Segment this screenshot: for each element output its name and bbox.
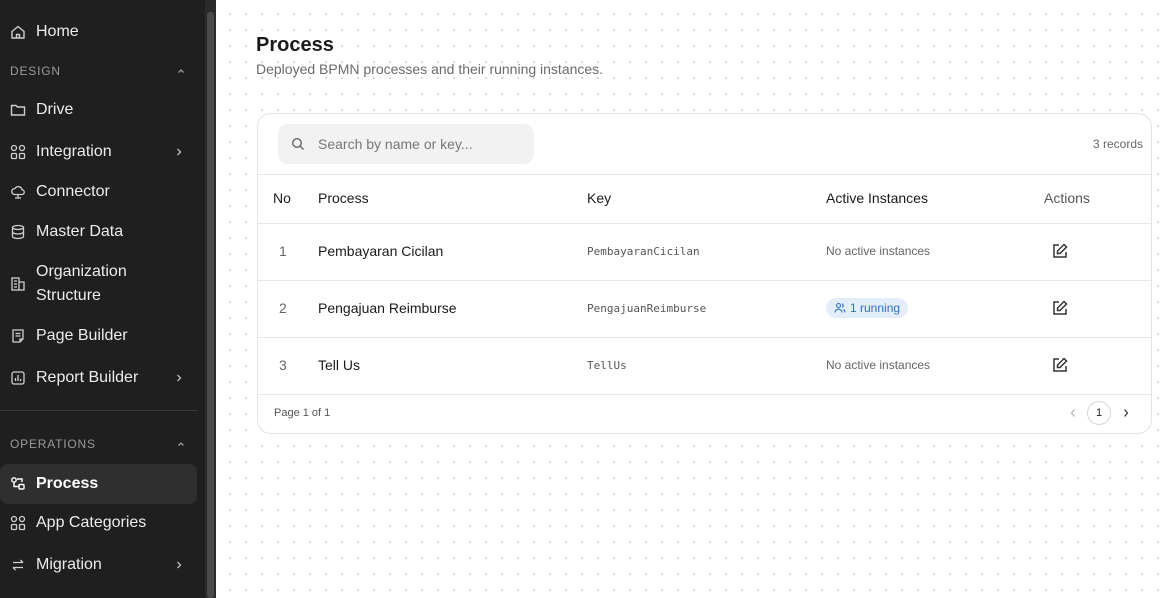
grid-icon (10, 144, 26, 160)
page-subtitle: Deployed BPMN processes and their runnin… (256, 61, 604, 77)
nav-drive[interactable]: Drive (0, 98, 197, 122)
nav-page-builder[interactable]: Page Builder (0, 324, 197, 348)
grid-icon (10, 515, 26, 531)
section-operations-label: OPERATIONS (10, 437, 96, 451)
column-header-actions: Actions (1044, 190, 1090, 206)
main-content: Process Deployed BPMN processes and thei… (216, 0, 1171, 598)
chevron-right-icon[interactable] (1122, 408, 1130, 418)
instances-status: No active instances (826, 358, 931, 372)
nav-app-categories-label: App Categories (36, 514, 147, 531)
divider (258, 223, 1151, 224)
column-header-process: Process (318, 190, 369, 206)
page-title: Process (256, 34, 334, 56)
running-badge: 1 running (826, 298, 909, 318)
page-summary: Page 1 of 1 (274, 407, 331, 419)
nav-master-data[interactable]: Master Data (0, 220, 197, 244)
nav-integration[interactable]: Integration (0, 140, 197, 164)
search-input[interactable] (318, 124, 524, 164)
process-name: Tell Us (318, 357, 361, 373)
nav-connector-label: Connector (36, 183, 110, 200)
chevron-right-icon (177, 561, 182, 569)
divider (258, 174, 1151, 175)
chart-icon (11, 371, 25, 385)
search-box[interactable] (278, 124, 534, 164)
process-name: Pengajuan Reimburse (318, 300, 457, 316)
sidebar-divider (0, 410, 197, 411)
nav-migration[interactable]: Migration (0, 553, 197, 577)
database-icon (11, 224, 25, 240)
edit-icon[interactable] (1051, 242, 1069, 260)
divider (258, 394, 1151, 395)
nav-organization-label-line2: Structure (36, 287, 101, 304)
nav-drive-label: Drive (36, 101, 74, 118)
column-header-active-instances: Active Instances (826, 190, 928, 206)
process-key: PengajuanReimburse (587, 302, 707, 315)
search-icon (291, 137, 304, 150)
nav-home-label: Home (36, 23, 79, 40)
nav-process[interactable]: Process (0, 464, 197, 504)
nav-home[interactable]: Home (0, 20, 197, 44)
process-icon (11, 477, 25, 490)
row-number: 2 (279, 300, 287, 316)
column-header-key: Key (587, 190, 612, 206)
process-table-card: 3 records No Process Key Active Instance… (257, 113, 1152, 434)
row-number: 1 (279, 243, 287, 259)
nav-master-data-label: Master Data (36, 223, 124, 240)
page-icon (12, 329, 24, 343)
folder-icon (10, 104, 26, 116)
nav-integration-label: Integration (36, 143, 112, 160)
records-count: 3 records (1092, 137, 1143, 151)
home-icon (11, 25, 25, 39)
nav-connector[interactable]: Connector (0, 180, 197, 204)
chevron-up-icon[interactable] (176, 66, 186, 76)
edit-icon[interactable] (1051, 299, 1069, 317)
building-icon (11, 277, 25, 291)
users-icon (834, 302, 846, 313)
row-number: 3 (279, 357, 287, 373)
process-name: Pembayaran Cicilan (318, 243, 444, 259)
nav-report-builder-label: Report Builder (36, 369, 139, 386)
nav-page-builder-label: Page Builder (36, 327, 128, 344)
process-key: PembayaranCicilan (587, 245, 700, 258)
cloud-icon (11, 186, 25, 199)
process-key: TellUs (587, 359, 627, 372)
chevron-left-icon[interactable] (1069, 408, 1077, 418)
column-header-no: No (273, 190, 291, 206)
nav-migration-label: Migration (36, 556, 102, 573)
chevron-up-icon[interactable] (176, 439, 186, 449)
instances-status: No active instances (826, 244, 931, 258)
divider (258, 280, 1151, 281)
chevron-right-icon (177, 148, 182, 156)
section-design-label: DESIGN (10, 64, 61, 78)
nav-organization-label-line1: Organization (36, 263, 127, 280)
nav-organization-structure[interactable]: Organization Structure (0, 260, 197, 308)
running-badge-label: 1 running (850, 301, 901, 315)
divider (258, 337, 1151, 338)
sidebar-scrollbar-thumb[interactable] (207, 12, 214, 598)
edit-icon[interactable] (1051, 356, 1069, 374)
sidebar: Home DESIGN Drive Integration Connector … (0, 0, 216, 598)
arrows-icon (12, 559, 24, 571)
nav-app-categories[interactable]: App Categories (0, 511, 197, 535)
page-number-button[interactable]: 1 (1087, 401, 1111, 425)
chevron-right-icon (177, 374, 182, 382)
nav-report-builder[interactable]: Report Builder (0, 366, 197, 390)
nav-process-label: Process (36, 475, 99, 492)
